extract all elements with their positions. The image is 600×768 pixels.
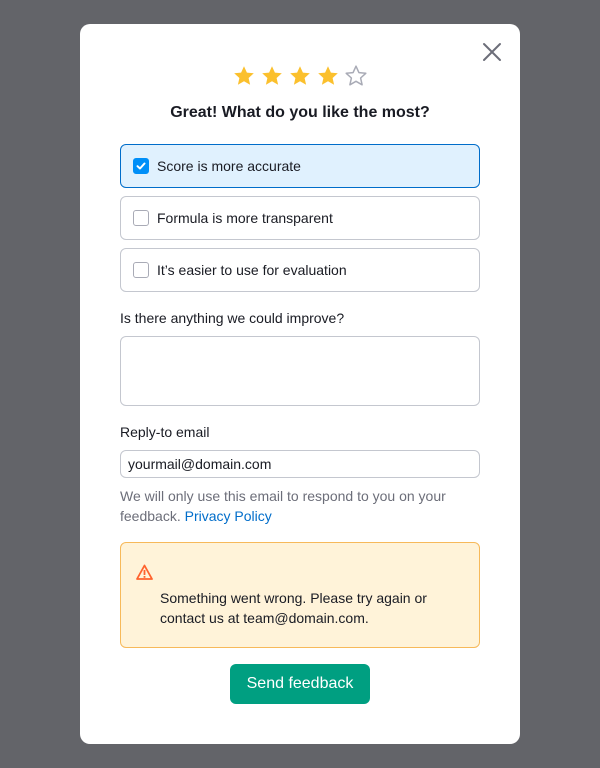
error-alert: Something went wrong. Please try again o… bbox=[120, 542, 480, 648]
checkbox[interactable] bbox=[133, 210, 149, 226]
option-score-accurate[interactable]: Score is more accurate bbox=[120, 144, 480, 188]
star-filled-icon[interactable] bbox=[232, 64, 256, 88]
alert-message: Something went wrong. Please try again o… bbox=[160, 590, 427, 626]
close-button[interactable] bbox=[480, 40, 504, 64]
email-hint: We will only use this email to respond t… bbox=[120, 486, 480, 526]
star-filled-icon[interactable] bbox=[260, 64, 284, 88]
improve-textarea[interactable] bbox=[120, 336, 480, 406]
send-feedback-button[interactable]: Send feedback bbox=[230, 664, 370, 704]
improve-label: Is there anything we could improve? bbox=[120, 310, 345, 326]
hint-text: We will only use this email to respond t… bbox=[120, 488, 446, 524]
star-empty-icon[interactable] bbox=[344, 64, 368, 88]
star-filled-icon[interactable] bbox=[316, 64, 340, 88]
close-icon bbox=[483, 43, 501, 61]
email-label: Reply-to email bbox=[120, 424, 210, 440]
privacy-policy-link[interactable]: Privacy Policy bbox=[185, 508, 272, 524]
star-filled-icon[interactable] bbox=[288, 64, 312, 88]
checkbox[interactable] bbox=[133, 262, 149, 278]
warning-icon bbox=[136, 564, 153, 580]
option-formula-transparent[interactable]: Formula is more transparent bbox=[120, 196, 480, 240]
option-label: Formula is more transparent bbox=[157, 210, 333, 226]
modal-title: Great! What do you like the most? bbox=[170, 104, 430, 121]
checkbox[interactable] bbox=[133, 158, 149, 174]
star-rating bbox=[80, 64, 520, 88]
option-easier-evaluation[interactable]: It’s easier to use for evaluation bbox=[120, 248, 480, 292]
check-icon bbox=[136, 162, 146, 170]
email-field[interactable] bbox=[120, 450, 480, 478]
feedback-modal: Great! What do you like the most? Score … bbox=[80, 24, 520, 744]
option-label: It’s easier to use for evaluation bbox=[157, 262, 347, 278]
option-label: Score is more accurate bbox=[157, 158, 301, 174]
